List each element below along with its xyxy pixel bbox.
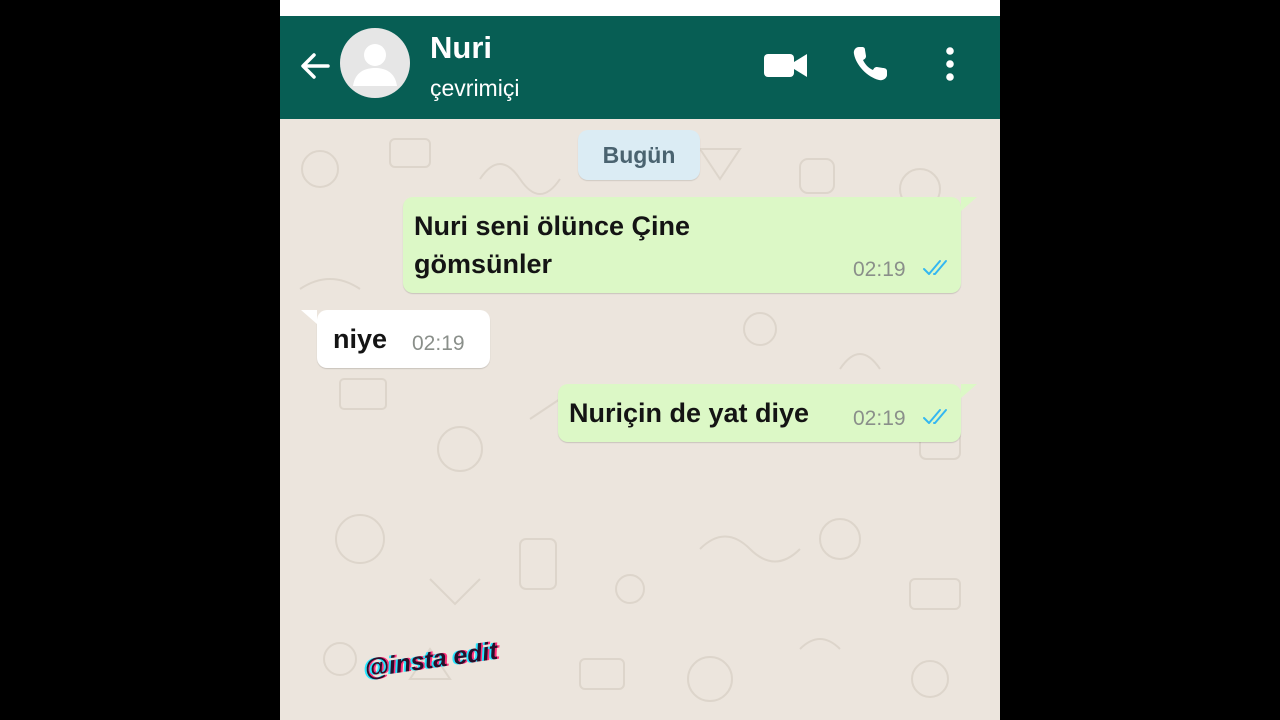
message-time: 02:19 <box>412 332 465 355</box>
video-call-icon[interactable] <box>763 49 809 81</box>
date-chip: Bugün <box>578 130 700 180</box>
double-check-icon <box>923 260 947 275</box>
message-text-line: gömsünler <box>414 249 553 279</box>
double-check-icon <box>923 409 947 424</box>
message-text-line: Nuri seni ölünce Çine <box>414 211 691 241</box>
bubble-tail <box>961 197 977 211</box>
avatar[interactable] <box>340 28 410 98</box>
more-options-icon[interactable] <box>935 45 965 83</box>
message-text: Nuriçin de yat diye <box>569 398 810 428</box>
incoming-message[interactable]: niye 02:19 <box>317 310 490 368</box>
chat-header: Nuri çevrimiçi <box>280 16 1000 119</box>
avatar-placeholder-icon <box>353 44 397 86</box>
bubble-tail <box>961 384 977 398</box>
contact-name[interactable]: Nuri <box>430 30 492 66</box>
message-time: 02:19 <box>853 407 906 430</box>
phone-screen: Nuri çevrimiçi Bugün Nuri seni ölünce Çi… <box>280 0 1000 720</box>
back-arrow-icon[interactable] <box>298 49 332 83</box>
message-text: niye <box>333 324 388 354</box>
contact-status: çevrimiçi <box>430 75 520 101</box>
message-text: Nuri seni ölünce Çine gömsünler <box>414 207 690 283</box>
outgoing-message[interactable]: Nuriçin de yat diye 02:19 <box>558 384 961 442</box>
phone-call-icon[interactable] <box>850 44 890 84</box>
outgoing-message[interactable]: Nuri seni ölünce Çine gömsünler 02:19 <box>403 197 961 293</box>
message-time: 02:19 <box>853 258 906 281</box>
status-bar-strip <box>280 0 1000 16</box>
bubble-tail <box>301 310 317 324</box>
